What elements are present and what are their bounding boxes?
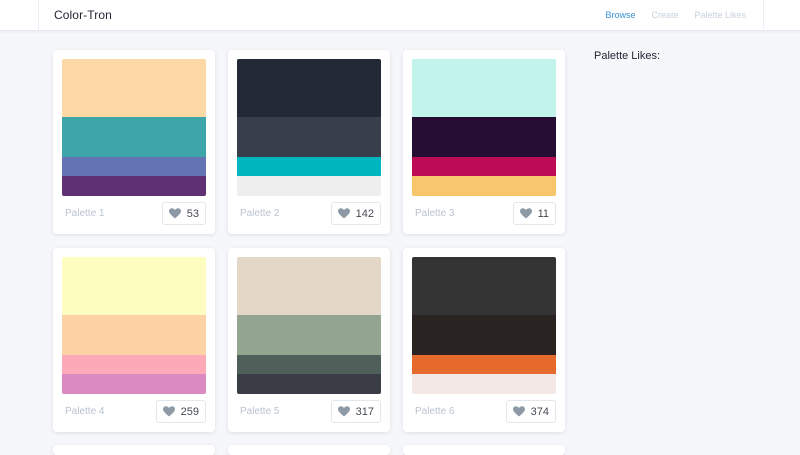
nav-palette-likes[interactable]: Palette Likes — [694, 10, 746, 20]
like-button[interactable]: 53 — [161, 202, 206, 225]
color-swatch — [62, 355, 206, 374]
nav-links: Browse Create Palette Likes — [605, 10, 746, 20]
palette-card: Palette 3 11 — [403, 50, 565, 234]
palette-name: Palette 2 — [240, 208, 280, 219]
nav-browse[interactable]: Browse — [605, 10, 635, 20]
color-swatch — [412, 315, 556, 355]
like-button[interactable]: 142 — [330, 202, 381, 225]
color-swatch — [62, 59, 206, 117]
palette-card: Palette 4 259 — [53, 248, 215, 432]
heart-icon — [162, 406, 175, 417]
like-count: 259 — [180, 405, 199, 418]
like-button[interactable]: 317 — [330, 400, 381, 423]
palette-swatches[interactable] — [412, 257, 556, 394]
color-swatch — [412, 257, 556, 315]
palette-swatches[interactable] — [237, 59, 381, 196]
palette-likes-title: Palette Likes: — [594, 50, 661, 62]
palette-name: Palette 6 — [415, 406, 455, 417]
heart-icon — [519, 208, 532, 219]
palette-swatches[interactable] — [237, 257, 381, 394]
palette-card: Palette 5 317 — [228, 248, 390, 432]
palette-swatches[interactable] — [62, 257, 206, 394]
color-swatch — [237, 176, 381, 196]
color-swatch — [237, 117, 381, 157]
color-swatch — [62, 176, 206, 196]
color-swatch — [237, 374, 381, 394]
palette-card — [403, 445, 565, 455]
navbar-container: Color-Tron Browse Create Palette Likes — [38, 0, 764, 31]
color-swatch — [62, 257, 206, 315]
like-count: 11 — [537, 207, 549, 220]
like-count: 53 — [186, 207, 199, 220]
like-count: 142 — [355, 207, 374, 220]
color-swatch — [237, 157, 381, 176]
palette-name: Palette 3 — [415, 208, 455, 219]
palette-card — [228, 445, 390, 455]
color-swatch — [62, 315, 206, 355]
like-button[interactable]: 259 — [155, 400, 206, 423]
color-swatch — [237, 355, 381, 374]
brand-logo[interactable]: Color-Tron — [54, 8, 112, 22]
color-swatch — [237, 59, 381, 117]
top-navbar: Color-Tron Browse Create Palette Likes — [0, 0, 800, 31]
color-swatch — [237, 257, 381, 315]
palette-card: Palette 6 374 — [403, 248, 565, 432]
heart-icon — [512, 406, 525, 417]
palette-swatches[interactable] — [62, 59, 206, 196]
palette-name: Palette 5 — [240, 406, 280, 417]
like-button[interactable]: 374 — [505, 400, 556, 423]
color-swatch — [412, 117, 556, 157]
color-swatch — [62, 117, 206, 157]
nav-create[interactable]: Create — [651, 10, 678, 20]
heart-icon — [337, 208, 350, 219]
color-swatch — [412, 355, 556, 374]
palette-card — [53, 445, 215, 455]
color-swatch — [412, 176, 556, 196]
heart-icon — [337, 406, 350, 417]
like-count: 374 — [530, 405, 549, 418]
palette-name: Palette 1 — [65, 208, 105, 219]
palette-card: Palette 2 142 — [228, 50, 390, 234]
color-swatch — [412, 374, 556, 394]
color-swatch — [62, 374, 206, 394]
heart-icon — [168, 208, 181, 219]
like-count: 317 — [355, 405, 374, 418]
palette-name: Palette 4 — [65, 406, 105, 417]
color-swatch — [412, 157, 556, 176]
palette-card: Palette 1 53 — [53, 50, 215, 234]
palette-swatches[interactable] — [412, 59, 556, 196]
color-swatch — [62, 157, 206, 176]
color-swatch — [412, 59, 556, 117]
like-button[interactable]: 11 — [512, 202, 556, 225]
color-swatch — [237, 315, 381, 355]
